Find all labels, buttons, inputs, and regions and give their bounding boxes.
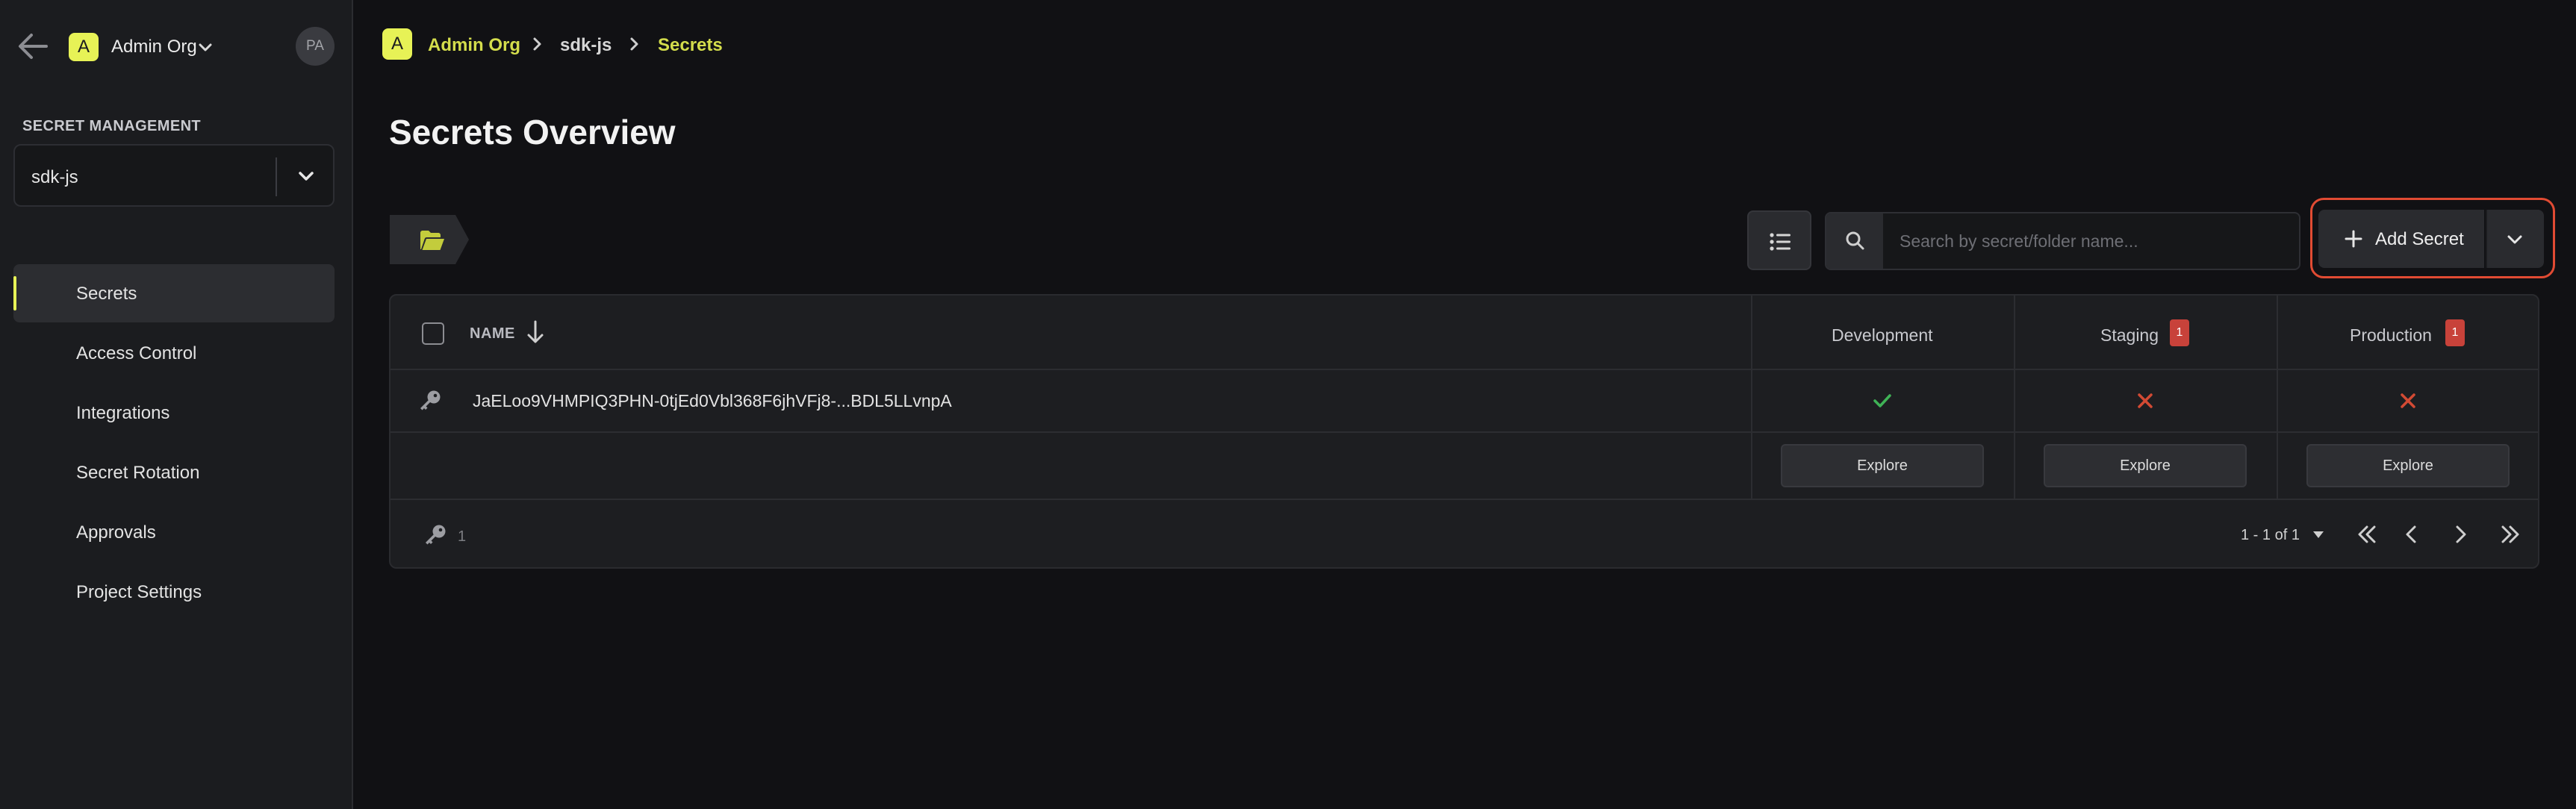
env-header-development: Development [1832,325,1933,345]
explore-production-button[interactable]: Explore [2306,444,2510,487]
chevron-down-icon[interactable] [197,40,214,56]
sidebar-item-label: Project Settings [76,582,202,602]
search-bar [1825,212,2300,270]
org-avatar[interactable]: A [69,33,99,61]
key-icon [419,390,441,412]
name-column-header[interactable]: NAME [470,325,515,343]
sidebar-item-label: Integrations [76,403,170,423]
caret-down-icon[interactable] [2311,527,2326,542]
search-icon [1826,213,1883,269]
sidebar-item-label: Access Control [76,343,197,363]
select-divider [276,157,277,196]
chevron-right-icon [529,36,545,52]
breadcrumb-current[interactable]: Secrets [658,35,723,56]
arrow-down-icon[interactable] [525,319,546,345]
page-title: Secrets Overview [389,113,676,152]
chevron-down-icon[interactable] [296,166,317,187]
table-footer: 1 1 - 1 of 1 [391,500,2538,567]
view-toggle-button[interactable] [1747,210,1811,270]
sidebar-item-label: Approvals [76,522,156,543]
section-label: SECRET MANAGEMENT [22,118,202,134]
key-icon [424,524,447,546]
table-row[interactable]: JaELoo9VHMPIQ3PHN-0tjEd0Vbl368F6jhVFj8-.… [391,370,2538,433]
secrets-table: NAME Development Staging 1 Production 1 … [389,294,2539,569]
breadcrumb-project[interactable]: sdk-js [560,35,612,56]
next-page-icon[interactable] [2448,522,2473,546]
sidebar-item-approvals[interactable]: Approvals [13,503,335,561]
sidebar: A Admin Org PA SECRET MANAGEMENT sdk-js … [0,0,353,809]
sidebar-item-secrets[interactable]: Secrets [13,264,335,322]
sidebar-item-project-settings[interactable]: Project Settings [13,563,335,621]
search-input[interactable] [1883,213,2299,269]
secret-count: 1 [458,528,467,545]
check-icon [1871,390,1894,412]
select-all-checkbox[interactable] [422,322,444,345]
breadcrumb-org[interactable]: Admin Org [428,35,520,56]
explore-staging-button[interactable]: Explore [2044,444,2247,487]
missing-count-badge: 1 [2170,319,2189,346]
first-page-icon[interactable] [2354,522,2380,546]
sidebar-item-integrations[interactable]: Integrations [13,384,335,442]
pagination-range: 1 - 1 of 1 [2241,527,2300,543]
explore-development-button[interactable]: Explore [1781,444,1984,487]
add-secret-dropdown-button[interactable] [2486,210,2544,268]
plus-icon [2344,229,2363,249]
close-icon [2397,390,2419,412]
sidebar-item-label: Secrets [76,284,137,304]
org-switcher-label[interactable]: Admin Org [111,37,197,57]
folder-path-root[interactable] [390,215,469,264]
close-icon [2134,390,2156,412]
folder-open-icon [420,230,445,251]
secret-key-name[interactable]: JaELoo9VHMPIQ3PHN-0tjEd0Vbl368F6jhVFj8-.… [473,391,952,411]
project-select[interactable]: sdk-js [13,144,335,207]
user-avatar[interactable]: PA [296,27,335,66]
add-secret-highlight: Add Secret [2310,198,2555,278]
org-avatar: A [382,28,412,60]
missing-count-badge: 1 [2445,319,2465,346]
add-secret-button[interactable]: Add Secret [2318,210,2484,268]
sidebar-nav: Secrets Access Control Integrations Secr… [13,264,335,622]
explore-row: Explore Explore Explore [391,433,2538,500]
sidebar-item-label: Secret Rotation [76,463,200,483]
chevron-right-icon [626,36,642,52]
env-header-staging: Staging [2100,325,2159,345]
table-header: NAME Development Staging 1 Production 1 [391,296,2538,370]
last-page-icon[interactable] [2498,522,2523,546]
sidebar-header: A Admin Org PA [0,22,353,70]
back-arrow-icon[interactable] [16,31,49,61]
sidebar-item-secret-rotation[interactable]: Secret Rotation [13,443,335,502]
add-secret-label: Add Secret [2375,229,2464,249]
project-select-value: sdk-js [31,167,78,187]
previous-page-icon[interactable] [2399,522,2424,546]
list-icon [1770,233,1791,251]
chevron-down-icon [2507,235,2522,244]
env-header-production: Production [2350,325,2432,345]
sidebar-item-access-control[interactable]: Access Control [13,324,335,382]
